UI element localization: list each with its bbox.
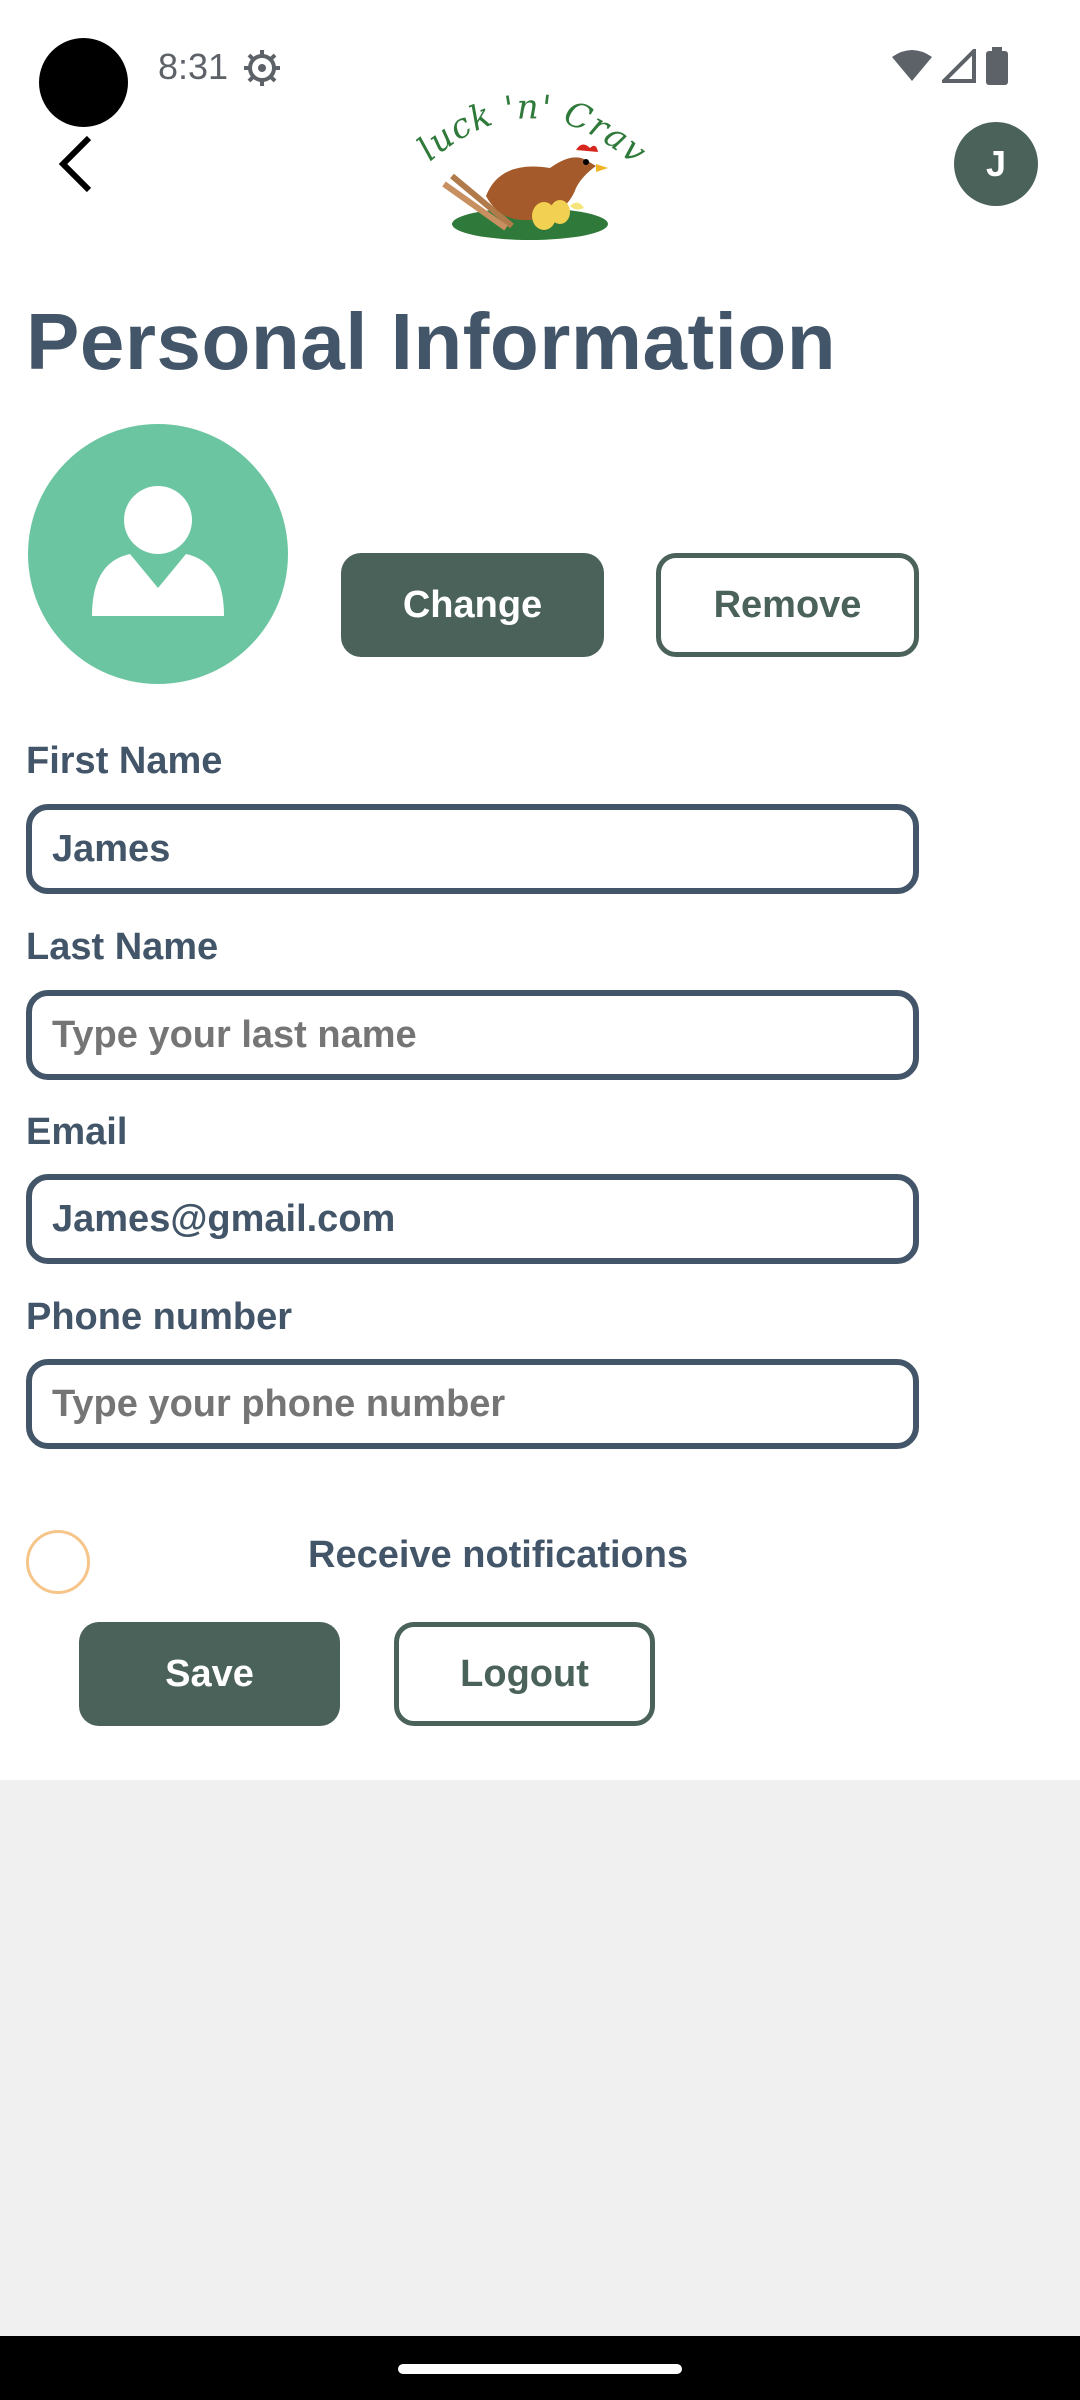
user-avatar-button[interactable]: J — [954, 122, 1038, 206]
empty-content-area — [0, 1780, 1080, 2336]
avatar-initial: J — [985, 143, 1007, 184]
phone-input[interactable] — [26, 1359, 919, 1449]
chevron-left-icon — [55, 134, 95, 199]
status-time: 8:31 — [158, 46, 229, 87]
phone-label: Phone number — [26, 1296, 293, 1338]
settings-gear-icon — [242, 48, 282, 88]
first-name-input[interactable] — [26, 804, 919, 894]
last-name-input[interactable] — [26, 990, 919, 1080]
remove-photo-button[interactable]: Remove — [656, 553, 919, 657]
profile-picture[interactable] — [28, 424, 288, 684]
logout-button[interactable]: Logout — [394, 1622, 655, 1726]
save-button[interactable]: Save — [79, 1622, 340, 1726]
first-name-label: First Name — [26, 740, 223, 782]
cellular-signal-icon — [939, 45, 976, 88]
battery-icon — [986, 46, 1008, 90]
notifications-label: Receive notifications — [308, 1534, 689, 1576]
last-name-label: Last Name — [26, 926, 219, 968]
status-icons — [892, 45, 1008, 90]
svg-text:Cluck 'n' Crave: Cluck 'n' Crave — [400, 76, 655, 173]
change-photo-button[interactable]: Change — [341, 553, 604, 657]
email-label: Email — [26, 1111, 128, 1153]
camera-cutout — [39, 38, 128, 127]
page-title: Personal Information — [26, 297, 837, 386]
home-indicator[interactable] — [398, 2364, 682, 2374]
wifi-icon — [892, 49, 932, 88]
back-button[interactable] — [40, 126, 110, 206]
email-input[interactable] — [26, 1174, 919, 1264]
notifications-radio[interactable] — [26, 1530, 90, 1594]
brand-logo: Cluck 'n' Crave — [386, 45, 660, 246]
user-avatar-icon — [88, 482, 228, 627]
